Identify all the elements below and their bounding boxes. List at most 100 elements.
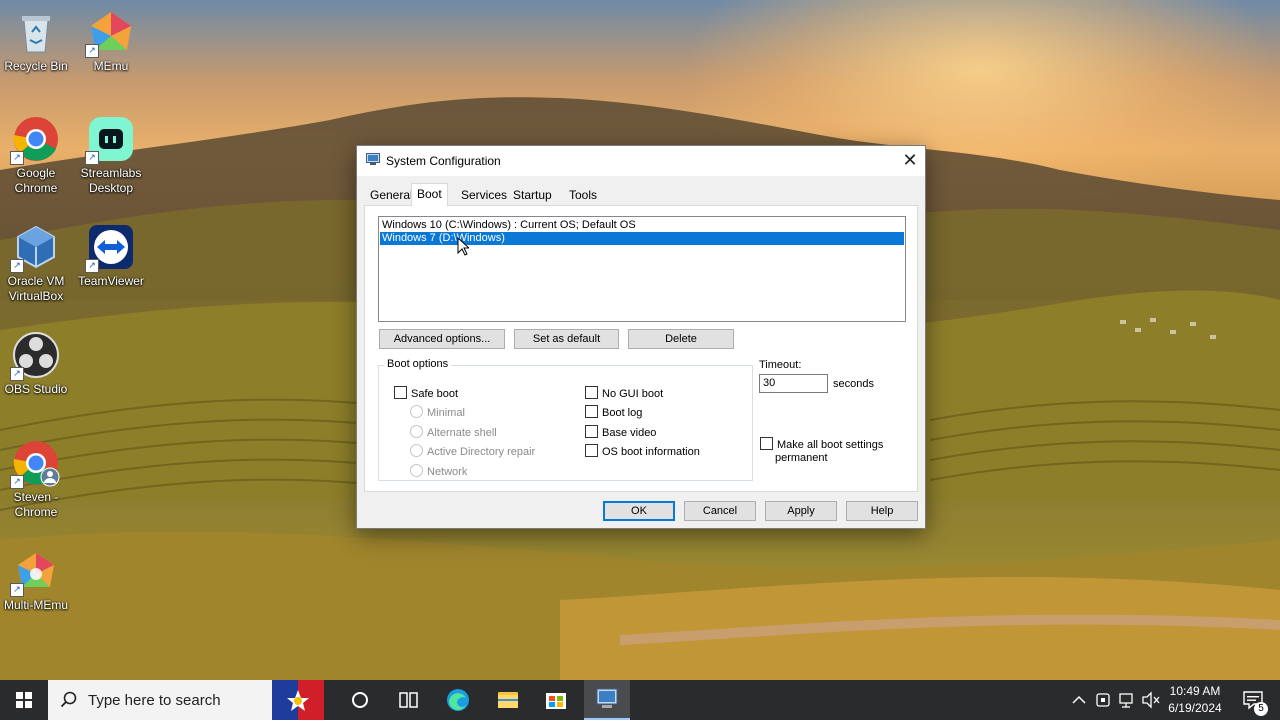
desktop-icon-label: Recycle Bin (4, 59, 68, 73)
desktop-icon-label: Multi-MEmu (3, 598, 68, 612)
cortana-button[interactable] (340, 680, 380, 720)
make-permanent-checkbox[interactable]: Make all boot settings permanent (760, 437, 910, 465)
checkbox-box (585, 444, 598, 457)
task-view-icon (399, 692, 418, 708)
desktop-icon-virtualbox[interactable]: ↗ Oracle VM VirtualBox (0, 223, 74, 304)
network-button[interactable] (1116, 680, 1138, 720)
ad-repair-label: Active Directory repair (427, 446, 536, 458)
tab-tools[interactable]: Tools (564, 186, 602, 204)
timeout-input[interactable]: 30 (759, 374, 828, 393)
no-gui-boot-checkbox[interactable]: No GUI boot (585, 386, 663, 401)
virtualbox-icon: ↗ (10, 223, 60, 273)
apply-button[interactable]: Apply (765, 501, 837, 521)
boot-tab-panel: Windows 10 (C:\Windows) : Current OS; De… (364, 205, 918, 492)
safe-boot-label: Safe boot (411, 388, 459, 400)
search-highlight-icon (272, 680, 324, 720)
checkbox-box (394, 386, 407, 399)
dialog-title: System Configuration (386, 154, 501, 168)
cortana-circle-icon (352, 692, 368, 708)
desktop-icon-google-chrome[interactable]: ↗ Google Chrome (0, 115, 74, 196)
taskbar-search-box[interactable]: Type here to search (48, 680, 324, 720)
desktop-icon-label: Steven - Chrome (13, 490, 59, 519)
boot-log-label: Boot log (602, 407, 643, 419)
tab-general[interactable]: General (365, 186, 418, 204)
obs-icon: ↗ (10, 331, 60, 381)
desktop-icon-multi-memu[interactable]: ↗ Multi-MEmu (0, 547, 74, 613)
make-permanent-label: Make all boot settings (777, 439, 884, 451)
chevron-up-icon (1072, 695, 1086, 704)
title-bar[interactable]: System Configuration ✕ (357, 146, 925, 176)
desktop-icon-label: Google Chrome (14, 166, 58, 195)
taskbar-store[interactable] (536, 680, 576, 720)
minimal-label: Minimal (427, 407, 465, 419)
base-video-label: Base video (602, 427, 657, 439)
store-icon (546, 693, 566, 709)
desktop-icon-steven-chrome[interactable]: ↗ Steven - Chrome (0, 439, 74, 520)
cancel-button[interactable]: Cancel (684, 501, 756, 521)
start-button[interactable] (0, 680, 48, 720)
search-placeholder: Type here to search (88, 692, 221, 709)
chrome-icon: ↗ (10, 115, 60, 165)
multi-memu-icon: ↗ (10, 547, 60, 597)
delete-button[interactable]: Delete (628, 329, 734, 349)
ad-repair-radio[interactable]: Active Directory repair (410, 444, 535, 459)
memu-icon: ↗ (85, 8, 135, 58)
search-icon (60, 691, 77, 708)
tab-boot[interactable]: Boot (411, 183, 448, 206)
desktop-icon-label: MEmu (93, 59, 129, 73)
notification-icon (1243, 691, 1263, 710)
volume-button[interactable] (1140, 680, 1162, 720)
no-gui-boot-label: No GUI boot (602, 388, 664, 400)
folder-icon (498, 692, 518, 708)
boot-log-checkbox[interactable]: Boot log (585, 405, 642, 420)
desktop-icon-recycle-bin[interactable]: Recycle Bin (0, 8, 74, 74)
tray-device-button[interactable] (1092, 680, 1114, 720)
help-button[interactable]: Help (846, 501, 918, 521)
tab-startup[interactable]: Startup (508, 186, 557, 204)
radio-dot (410, 464, 423, 477)
clock-time: 10:49 AM (1169, 684, 1221, 698)
alternate-shell-label: Alternate shell (427, 427, 497, 439)
advanced-options-button[interactable]: Advanced options... (379, 329, 505, 349)
clock-button[interactable]: 10:49 AM 6/19/2024 (1162, 680, 1228, 720)
minimal-radio[interactable]: Minimal (410, 405, 465, 420)
taskbar-file-explorer[interactable] (488, 680, 528, 720)
taskbar-system-configuration[interactable] (584, 680, 630, 720)
desktop-icon-label: OBS Studio (4, 382, 68, 396)
safe-boot-checkbox[interactable]: Safe boot (394, 386, 458, 401)
ok-button[interactable]: OK (603, 501, 675, 521)
set-as-default-button[interactable]: Set as default (514, 329, 619, 349)
alternate-shell-radio[interactable]: Alternate shell (410, 425, 497, 440)
make-permanent-label-line2: permanent (775, 452, 828, 464)
recycle-bin-icon (12, 8, 60, 56)
desktop-icon-obs-studio[interactable]: ↗ OBS Studio (0, 331, 74, 397)
chrome-profile-icon: ↗ (10, 439, 60, 489)
desktop-icon-label: Streamlabs Desktop (80, 166, 142, 195)
desktop-icon-memu[interactable]: ↗ MEmu (73, 8, 149, 74)
os-boot-info-label: OS boot information (602, 446, 700, 458)
show-hidden-icons-button[interactable] (1068, 680, 1090, 720)
os-boot-info-checkbox[interactable]: OS boot information (585, 444, 700, 459)
network-radio[interactable]: Network (410, 464, 467, 479)
os-list-item[interactable]: Windows 10 (C:\Windows) : Current OS; De… (380, 219, 904, 232)
os-list[interactable]: Windows 10 (C:\Windows) : Current OS; De… (378, 216, 906, 322)
checkbox-box (585, 405, 598, 418)
windows-logo-icon (16, 692, 32, 708)
tab-services[interactable]: Services (456, 186, 512, 204)
streamlabs-icon: ↗ (85, 115, 135, 165)
taskbar-edge[interactable] (438, 680, 478, 720)
task-view-button[interactable] (388, 680, 428, 720)
usb-device-icon (1096, 693, 1110, 707)
radio-dot (410, 444, 423, 457)
desktop-icon-teamviewer[interactable]: ↗ TeamViewer (73, 223, 149, 289)
base-video-checkbox[interactable]: Base video (585, 425, 656, 440)
close-icon[interactable]: ✕ (895, 146, 925, 176)
desktop-icon-streamlabs[interactable]: ↗ Streamlabs Desktop (73, 115, 149, 196)
edge-icon (447, 689, 469, 711)
action-center-button[interactable]: 5 (1234, 680, 1274, 720)
volume-muted-icon (1142, 691, 1160, 709)
taskbar: Type here to search 10:49 AM 6/19/2024 5 (0, 680, 1280, 720)
boot-options-group: Boot options Safe boot Minimal Alternate… (378, 358, 753, 481)
notification-count-badge: 5 (1254, 702, 1268, 716)
seconds-label: seconds (833, 378, 874, 390)
